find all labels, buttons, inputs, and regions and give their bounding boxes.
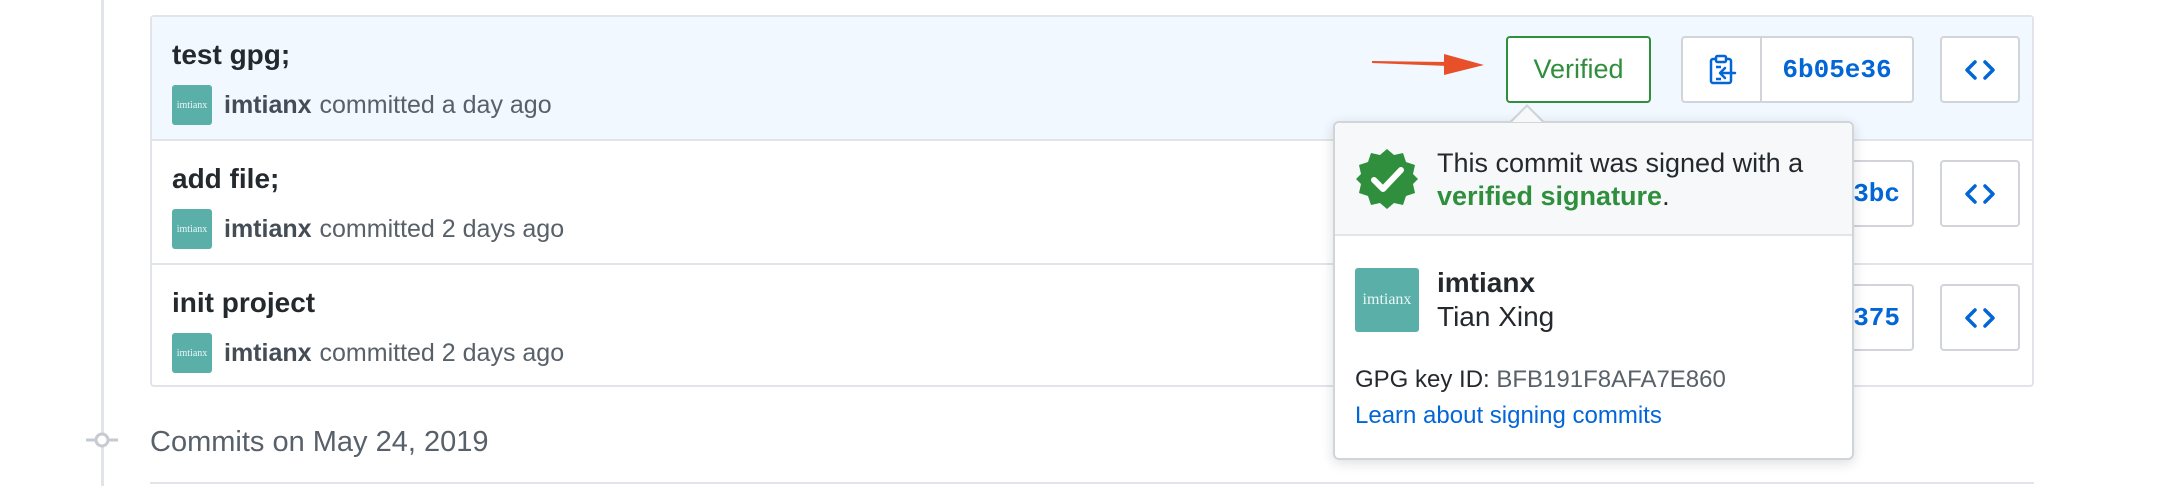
popover-header: This commit was signed with a verified s… [1335,123,1852,236]
commit-sha-link[interactable]: 375 [1852,284,1914,351]
commit-time: committed 2 days ago [319,214,565,243]
browse-repo-button[interactable] [1940,284,2020,351]
commit-node-icon [86,432,118,448]
commit-author[interactable]: imtianx [224,339,312,368]
learn-signing-link[interactable]: Learn about signing commits [1355,402,1662,430]
commit-meta: imtianx imtianx committed 2 days ago [172,209,564,249]
verified-signature-text: verified signature [1437,181,1663,211]
timeline-line [101,0,104,486]
signature-message-suffix: . [1662,181,1670,211]
avatar[interactable]: imtianx [172,333,212,373]
next-commit-list [150,482,2034,486]
commits-date-heading: Commits on May 24, 2019 [150,426,489,458]
code-brackets-icon [1965,59,1995,80]
gpg-key-line: GPG key ID: BFB191F8AFA7E860 [1355,366,1726,394]
signature-message: This commit was signed with a verified s… [1437,147,1837,213]
sha-button-group: 6b05e36 [1681,36,1914,103]
commit-title[interactable]: add file; [172,163,279,195]
commit-meta: imtianx imtianx committed 2 days ago [172,333,564,373]
commit-sha-link[interactable]: 3bc [1852,160,1914,227]
signer-info: imtianx imtianx Tian Xing [1355,266,1555,334]
popover-caret-fill [1512,107,1542,122]
browse-repo-button[interactable] [1940,160,2020,227]
gpg-key-label: GPG key ID: [1355,366,1490,393]
signer-login[interactable]: imtianx [1437,266,1554,300]
browse-repo-button[interactable] [1940,36,2020,103]
code-brackets-icon [1965,307,1995,328]
commit-title[interactable]: test gpg; [172,39,290,71]
avatar[interactable]: imtianx [172,209,212,249]
signer-avatar[interactable]: imtianx [1355,268,1419,332]
verified-badge-button[interactable]: Verified [1506,36,1651,103]
commit-sha-link[interactable]: 6b05e36 [1762,38,1912,101]
signature-popover: This commit was signed with a verified s… [1333,121,1854,460]
code-brackets-icon [1965,183,1995,204]
gpg-key-id: BFB191F8AFA7E860 [1496,366,1726,393]
clipboard-copy-icon [1709,54,1736,84]
avatar[interactable]: imtianx [172,85,212,125]
commit-author[interactable]: imtianx [224,215,312,244]
verified-check-badge-icon [1356,149,1418,209]
red-arrow-annotation [1372,54,1484,75]
commit-time: committed 2 days ago [319,338,565,367]
signature-message-prefix: This commit was signed with a [1437,148,1804,178]
copy-sha-button[interactable] [1683,38,1762,101]
commit-title[interactable]: init project [172,287,315,319]
signer-names: imtianx Tian Xing [1437,266,1555,334]
commit-meta: imtianx imtianx committed a day ago [172,85,552,125]
signer-full-name: Tian Xing [1437,301,1555,332]
commit-time: committed a day ago [319,90,552,119]
commit-author[interactable]: imtianx [224,91,312,120]
